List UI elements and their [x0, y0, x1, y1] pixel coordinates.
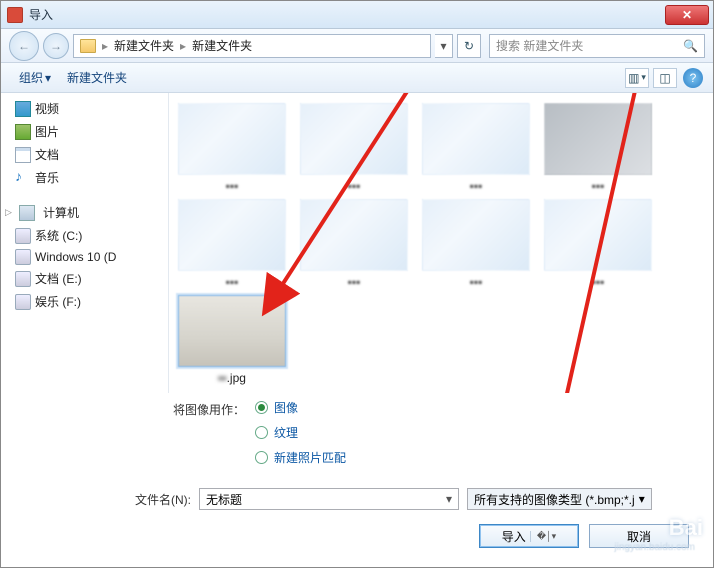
breadcrumb-seg1[interactable]: 新建文件夹: [114, 37, 174, 54]
chevron-down-icon: ▾: [641, 72, 646, 83]
sidebar-item-documents[interactable]: 文档: [1, 143, 168, 166]
filename-value: 无标题: [206, 491, 242, 508]
sidebar-label: 图片: [35, 123, 59, 140]
import-button-label: 导入: [502, 528, 526, 545]
nav-forward-button[interactable]: →: [43, 33, 69, 59]
file-thumb-selected[interactable]: ▪▪.jpg: [177, 295, 287, 385]
file-type-label: 所有支持的图像类型 (*.bmp;*.j: [474, 491, 635, 508]
image-icon: [15, 124, 31, 140]
sidebar-item-pictures[interactable]: 图片: [1, 120, 168, 143]
sketchup-app-icon: [7, 7, 23, 23]
radio-label: 纹理: [274, 424, 298, 441]
folder-icon: [80, 39, 96, 53]
filename-label: 文件名(N):: [101, 491, 191, 508]
sidebar-item-videos[interactable]: 视频: [1, 97, 168, 120]
window-title: 导入: [29, 6, 665, 23]
close-button[interactable]: ✕: [665, 5, 709, 25]
sidebar-item-music[interactable]: 音乐: [1, 166, 168, 189]
sidebar-label: 娱乐 (F:): [35, 293, 81, 310]
preview-pane-icon: ◫: [659, 71, 670, 85]
chevron-down-icon: ▾: [45, 71, 51, 85]
sidebar-label: Windows 10 (D: [35, 250, 116, 264]
radio-label: 新建照片匹配: [274, 449, 346, 466]
new-folder-button[interactable]: 新建文件夹: [59, 66, 135, 89]
sidebar-tree: 视频 图片 文档 音乐 计算机 系统 (C:) Windows 10 (D 文档…: [1, 93, 169, 393]
chevron-down-icon: ▾: [446, 492, 452, 506]
back-arrow-icon: ←: [18, 39, 30, 53]
refresh-button[interactable]: ↻: [457, 34, 481, 58]
address-bar[interactable]: ▸ 新建文件夹 ▸ 新建文件夹: [73, 34, 431, 58]
file-thumb-label: .jpg: [227, 371, 246, 385]
file-thumb[interactable]: ▪▪▪: [177, 103, 287, 193]
sidebar-item-drive-f[interactable]: 娱乐 (F:): [1, 290, 168, 313]
sidebar-label: 系统 (C:): [35, 227, 82, 244]
help-icon: ?: [690, 71, 697, 85]
sidebar-item-drive-d[interactable]: Windows 10 (D: [1, 247, 168, 267]
music-icon: [15, 170, 31, 186]
sidebar-item-drive-e[interactable]: 文档 (E:): [1, 267, 168, 290]
split-chevron-icon: �│▾: [530, 531, 556, 542]
import-button[interactable]: 导入 �│▾: [479, 524, 579, 548]
radio-image[interactable]: 图像: [255, 399, 346, 416]
drive-icon: [15, 249, 31, 265]
chevron-down-icon: ▾: [440, 39, 446, 53]
file-thumb[interactable]: ▪▪▪: [299, 199, 409, 289]
file-thumb[interactable]: ▪▪▪: [177, 199, 287, 289]
sidebar-label: 视频: [35, 100, 59, 117]
cancel-button-label: 取消: [627, 528, 651, 545]
breadcrumb-seg2[interactable]: 新建文件夹: [192, 37, 252, 54]
sidebar-label: 计算机: [43, 204, 79, 221]
view-mode-button[interactable]: ▥▾: [625, 68, 649, 88]
file-thumb[interactable]: ▪▪▪: [543, 199, 653, 289]
radio-label: 图像: [274, 399, 298, 416]
new-folder-label: 新建文件夹: [67, 69, 127, 86]
sidebar-label: 文档 (E:): [35, 270, 82, 287]
search-placeholder: 搜索 新建文件夹: [496, 37, 583, 54]
file-thumb[interactable]: ▪▪▪: [543, 103, 653, 193]
chevron-down-icon: ▾: [639, 492, 645, 506]
search-input[interactable]: 搜索 新建文件夹 🔍: [489, 34, 705, 58]
organize-label: 组织: [19, 69, 43, 86]
radio-photo-match[interactable]: 新建照片匹配: [255, 449, 346, 466]
breadcrumb-sep-icon: ▸: [102, 39, 108, 53]
file-thumb[interactable]: ▪▪▪: [421, 103, 531, 193]
forward-arrow-icon: →: [50, 39, 62, 53]
drive-icon: [15, 294, 31, 310]
close-icon: ✕: [682, 8, 692, 22]
computer-icon: [19, 205, 35, 221]
radio-dot-icon: [255, 451, 268, 464]
sidebar-item-drive-c[interactable]: 系统 (C:): [1, 224, 168, 247]
sidebar-item-computer[interactable]: 计算机: [1, 201, 168, 224]
file-type-filter[interactable]: 所有支持的图像类型 (*.bmp;*.j ▾: [467, 488, 652, 510]
use-image-as-label: 将图像用作：: [135, 399, 245, 418]
radio-dot-icon: [255, 426, 268, 439]
document-icon: [15, 147, 31, 163]
search-icon: 🔍: [683, 39, 698, 53]
file-thumb[interactable]: ▪▪▪: [299, 103, 409, 193]
sidebar-label: 音乐: [35, 169, 59, 186]
drive-icon: [15, 271, 31, 287]
sidebar-label: 文档: [35, 146, 59, 163]
cancel-button[interactable]: 取消: [589, 524, 689, 548]
radio-texture[interactable]: 纹理: [255, 424, 346, 441]
file-thumb[interactable]: ▪▪▪: [421, 199, 531, 289]
address-dropdown-button[interactable]: ▾: [435, 34, 453, 58]
preview-pane-button[interactable]: ◫: [653, 68, 677, 88]
drive-icon: [15, 228, 31, 244]
file-list[interactable]: ▪▪▪ ▪▪▪ ▪▪▪ ▪▪▪ ▪▪▪ ▪▪▪ ▪▪▪ ▪▪▪ ▪▪.jpg: [169, 93, 713, 393]
refresh-icon: ↻: [464, 39, 474, 53]
nav-back-button[interactable]: ←: [9, 31, 39, 61]
video-icon: [15, 101, 31, 117]
breadcrumb-sep-icon: ▸: [180, 39, 186, 53]
radio-dot-icon: [255, 401, 268, 414]
view-thumbnails-icon: ▥: [628, 71, 639, 85]
help-button[interactable]: ?: [683, 68, 703, 88]
filename-input[interactable]: 无标题 ▾: [199, 488, 459, 510]
organize-menu[interactable]: 组织▾: [11, 66, 59, 89]
